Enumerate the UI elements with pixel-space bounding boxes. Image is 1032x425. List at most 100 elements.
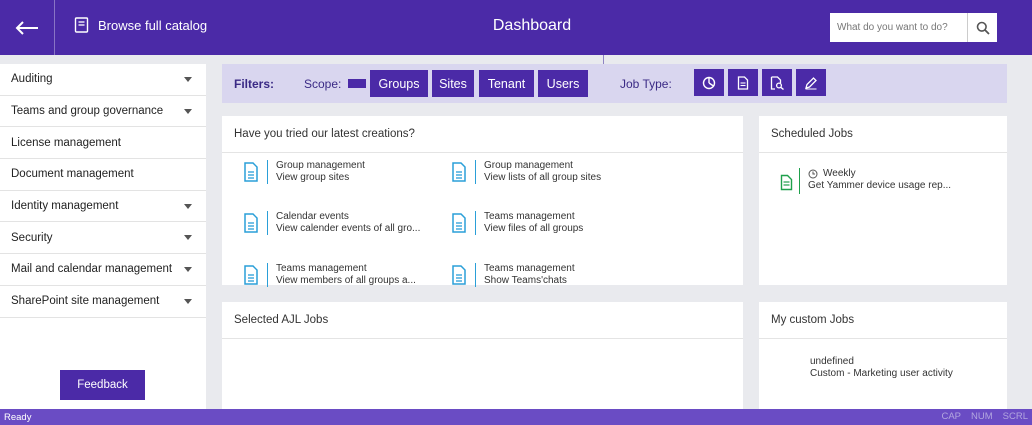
scope-indicator [348,79,366,88]
scheduled-jobs-card: Scheduled Jobs Weekly Get Yammer device … [759,116,1007,285]
document-icon [244,265,258,285]
tile-desc: View lists of all group sites [484,172,602,183]
document-icon [244,213,258,233]
sidebar-item-auditing[interactable]: Auditing [0,64,206,96]
custom-job-item[interactable]: undefined Custom - Marketing user activi… [810,356,953,380]
chevron-down-icon [184,203,192,209]
tile-divider [475,263,476,287]
document-icon [244,162,258,182]
sidebar-item-label: Mail and calendar management [11,263,173,276]
tile-desc: View files of all groups [484,223,584,234]
search-button[interactable] [967,13,997,42]
creation-tile[interactable]: Group management View lists of all group … [451,160,601,184]
sidebar-item-teams-governance[interactable]: Teams and group governance [0,96,206,128]
scope-sites-button[interactable]: Sites [432,70,474,97]
book-icon [74,17,89,33]
tile-divider [267,263,268,287]
document-icon [452,162,466,182]
document-icon [452,213,466,233]
tile-desc: View group sites [276,172,350,183]
sidebar-item-label: Security [11,231,53,244]
sidebar-item-document-management[interactable]: Document management [0,159,206,191]
sidebar-item-label: Document management [11,168,134,181]
tile-divider [267,160,268,184]
pie-chart-icon [702,76,716,89]
chevron-down-icon [184,266,192,272]
tile-title: Group management [276,160,365,171]
selected-ajl-jobs-title: Selected AJL Jobs [222,302,743,339]
tile-title: Teams management [484,263,575,274]
custom-jobs-title: My custom Jobs [759,302,1007,339]
tile-divider [475,160,476,184]
creation-tile[interactable]: Calendar events View calender events of a… [243,211,420,235]
search-box [830,13,997,42]
chevron-down-icon [184,76,192,82]
tile-desc: Show Teams'chats [484,275,567,286]
sidebar-item-identity-management[interactable]: Identity management [0,191,206,223]
tile-title: Teams management [484,211,575,222]
tile-title: Teams management [276,263,367,274]
job-type-search-button[interactable] [762,69,792,96]
filters-bar: Filters: Scope: Groups Sites Tenant User… [222,64,1007,103]
job-type-report-button[interactable] [694,69,724,96]
job-divider [799,168,800,194]
job-desc: Get Yammer device usage rep... [808,180,952,191]
sidebar: Auditing Teams and group governance Lice… [0,64,206,409]
sidebar-item-security[interactable]: Security [0,222,206,255]
tile-title: Calendar events [276,211,349,222]
status-bar: Ready CAP NUM SCRL [0,409,1032,425]
document-icon [452,265,466,285]
browse-catalog-label: Browse full catalog [98,17,208,33]
feedback-button[interactable]: Feedback [60,370,145,400]
scheduled-job-item[interactable]: Weekly Get Yammer device usage rep... [780,168,951,194]
custom-job-desc: Custom - Marketing user activity [810,368,953,379]
scope-users-button[interactable]: Users [538,70,588,97]
tile-desc: View members of all groups a... [276,275,416,286]
creation-tile[interactable]: Teams management View members of all grou… [243,263,416,287]
tile-divider [267,211,268,235]
document-search-icon [770,75,784,90]
sidebar-item-license-management[interactable]: License management [0,127,206,160]
document-icon [780,174,793,191]
tile-desc: View calender events of all gro... [276,223,421,234]
tile-divider [475,211,476,235]
custom-job-name: undefined [810,356,854,367]
job-frequency: Weekly [823,168,856,179]
filters-label: Filters: [234,76,275,91]
chevron-down-icon [184,298,192,304]
scrl-indicator: SCRL [1002,411,1028,422]
edit-pen-icon [805,76,817,89]
job-type-edit-button[interactable] [796,69,826,96]
scope-groups-button[interactable]: Groups [370,70,428,97]
search-input[interactable] [830,13,967,42]
sidebar-item-label: Teams and group governance [11,105,164,118]
num-indicator: NUM [971,411,993,422]
latest-creations-title: Have you tried our latest creations? [222,116,743,153]
latest-creations-card: Have you tried our latest creations? Gro… [222,116,743,287]
creation-tile[interactable]: Group management View group sites [243,160,365,184]
sidebar-item-label: Identity management [11,200,119,213]
browse-catalog-button[interactable]: Browse full catalog [74,17,207,33]
chevron-down-icon [184,235,192,241]
sidebar-item-label: Auditing [11,73,53,86]
scope-label: Scope: [304,76,342,91]
clock-icon [808,169,818,179]
sidebar-item-label: License management [11,136,121,149]
selected-ajl-jobs-card: Selected AJL Jobs [222,302,743,409]
tile-title: Group management [484,160,573,171]
document-icon [737,75,749,90]
creation-tile[interactable]: Teams management View files of all groups [451,211,583,235]
scheduled-jobs-title: Scheduled Jobs [759,116,1007,153]
search-icon [976,21,990,35]
job-type-document-button[interactable] [728,69,758,96]
sidebar-item-mail-calendar[interactable]: Mail and calendar management [0,254,206,286]
scope-tenant-button[interactable]: Tenant [479,70,534,97]
sidebar-item-sharepoint[interactable]: SharePoint site management [0,286,206,318]
arrow-left-icon [15,20,38,35]
job-type-label: Job Type: [620,76,672,91]
back-button[interactable] [0,0,55,55]
custom-jobs-card: My custom Jobs undefined Custom - Market… [759,302,1007,409]
top-bar: Browse full catalog Dashboard [0,0,1032,55]
status-text: Ready [4,411,32,423]
creation-tile[interactable]: Teams management Show Teams'chats [451,263,575,287]
